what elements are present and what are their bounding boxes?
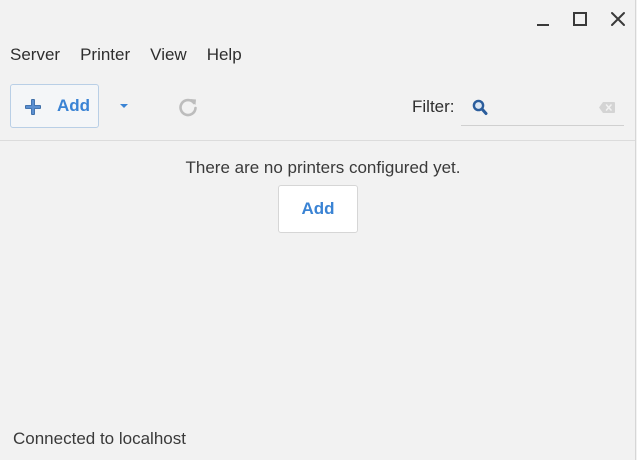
status-bar-text: Connected to localhost: [13, 429, 186, 448]
menu-help[interactable]: Help: [207, 38, 242, 72]
plus-icon: [25, 99, 41, 115]
menu-view[interactable]: View: [150, 38, 187, 72]
add-printer-empty-button[interactable]: Add: [278, 185, 358, 233]
search-icon: [472, 99, 488, 115]
filter-input[interactable]: [495, 96, 591, 118]
clear-icon[interactable]: [598, 101, 616, 114]
filter-field: [461, 90, 624, 126]
maximize-button[interactable]: [569, 8, 591, 30]
refresh-icon: [179, 98, 197, 117]
minimize-button[interactable]: [532, 8, 554, 30]
printers-window: Server Printer View Help Add Filter: The…: [0, 0, 636, 460]
menu-printer[interactable]: Printer: [80, 38, 130, 72]
chevron-down-icon: [120, 104, 128, 108]
close-icon: [611, 12, 625, 26]
toolbar: Add Filter:: [0, 78, 635, 138]
title-bar: [0, 0, 635, 38]
refresh-button[interactable]: [176, 95, 200, 119]
filter-label: Filter:: [412, 97, 455, 116]
add-button-label: Add: [57, 96, 91, 115]
minimize-icon: [537, 24, 549, 26]
add-printer-button[interactable]: Add: [10, 84, 99, 128]
close-button[interactable]: [607, 8, 629, 30]
menu-server[interactable]: Server: [10, 38, 60, 72]
add-dropdown-button[interactable]: [112, 94, 136, 118]
empty-state-message: There are no printers configured yet.: [185, 158, 461, 177]
maximize-icon: [573, 12, 587, 26]
menu-bar: Server Printer View Help: [0, 38, 262, 72]
toolbar-divider: [0, 140, 635, 141]
